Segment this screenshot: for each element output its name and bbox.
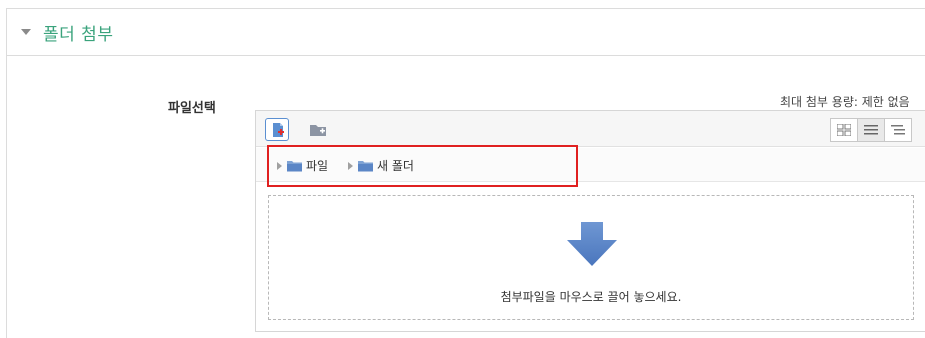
drop-zone[interactable]: 첨부파일을 마우스로 끌어 놓으세요. [268,195,914,320]
section-header[interactable]: 폴더 첨부 [7,9,925,56]
tree-view-icon [891,125,905,135]
file-select-label: 파일선택 [168,101,216,116]
list-view-button[interactable] [857,118,885,142]
add-file-button[interactable] [265,118,289,141]
down-arrow-icon [567,222,617,266]
caret-down-icon[interactable] [21,29,31,35]
file-manager-toolbar [256,111,925,147]
grid-view-icon [837,124,851,136]
view-mode-group [830,118,925,142]
grid-view-button[interactable] [830,118,858,142]
drop-instruction: 첨부파일을 마우스로 끌어 놓으세요. [500,290,682,304]
max-size-text: 최대 첨부 용량: 제한 없음 [780,95,910,109]
create-folder-icon [310,125,326,136]
list-view-icon [864,125,878,135]
add-file-icon [273,123,284,137]
highlight-box [267,145,578,187]
file-manager: 파일 새 폴더 첨부파일을 마우스로 끌어 놓으세요. [255,110,925,332]
tree-view-button[interactable] [884,118,912,142]
create-folder-button[interactable] [304,118,328,141]
section-title[interactable]: 폴더 첨부 [43,20,113,45]
